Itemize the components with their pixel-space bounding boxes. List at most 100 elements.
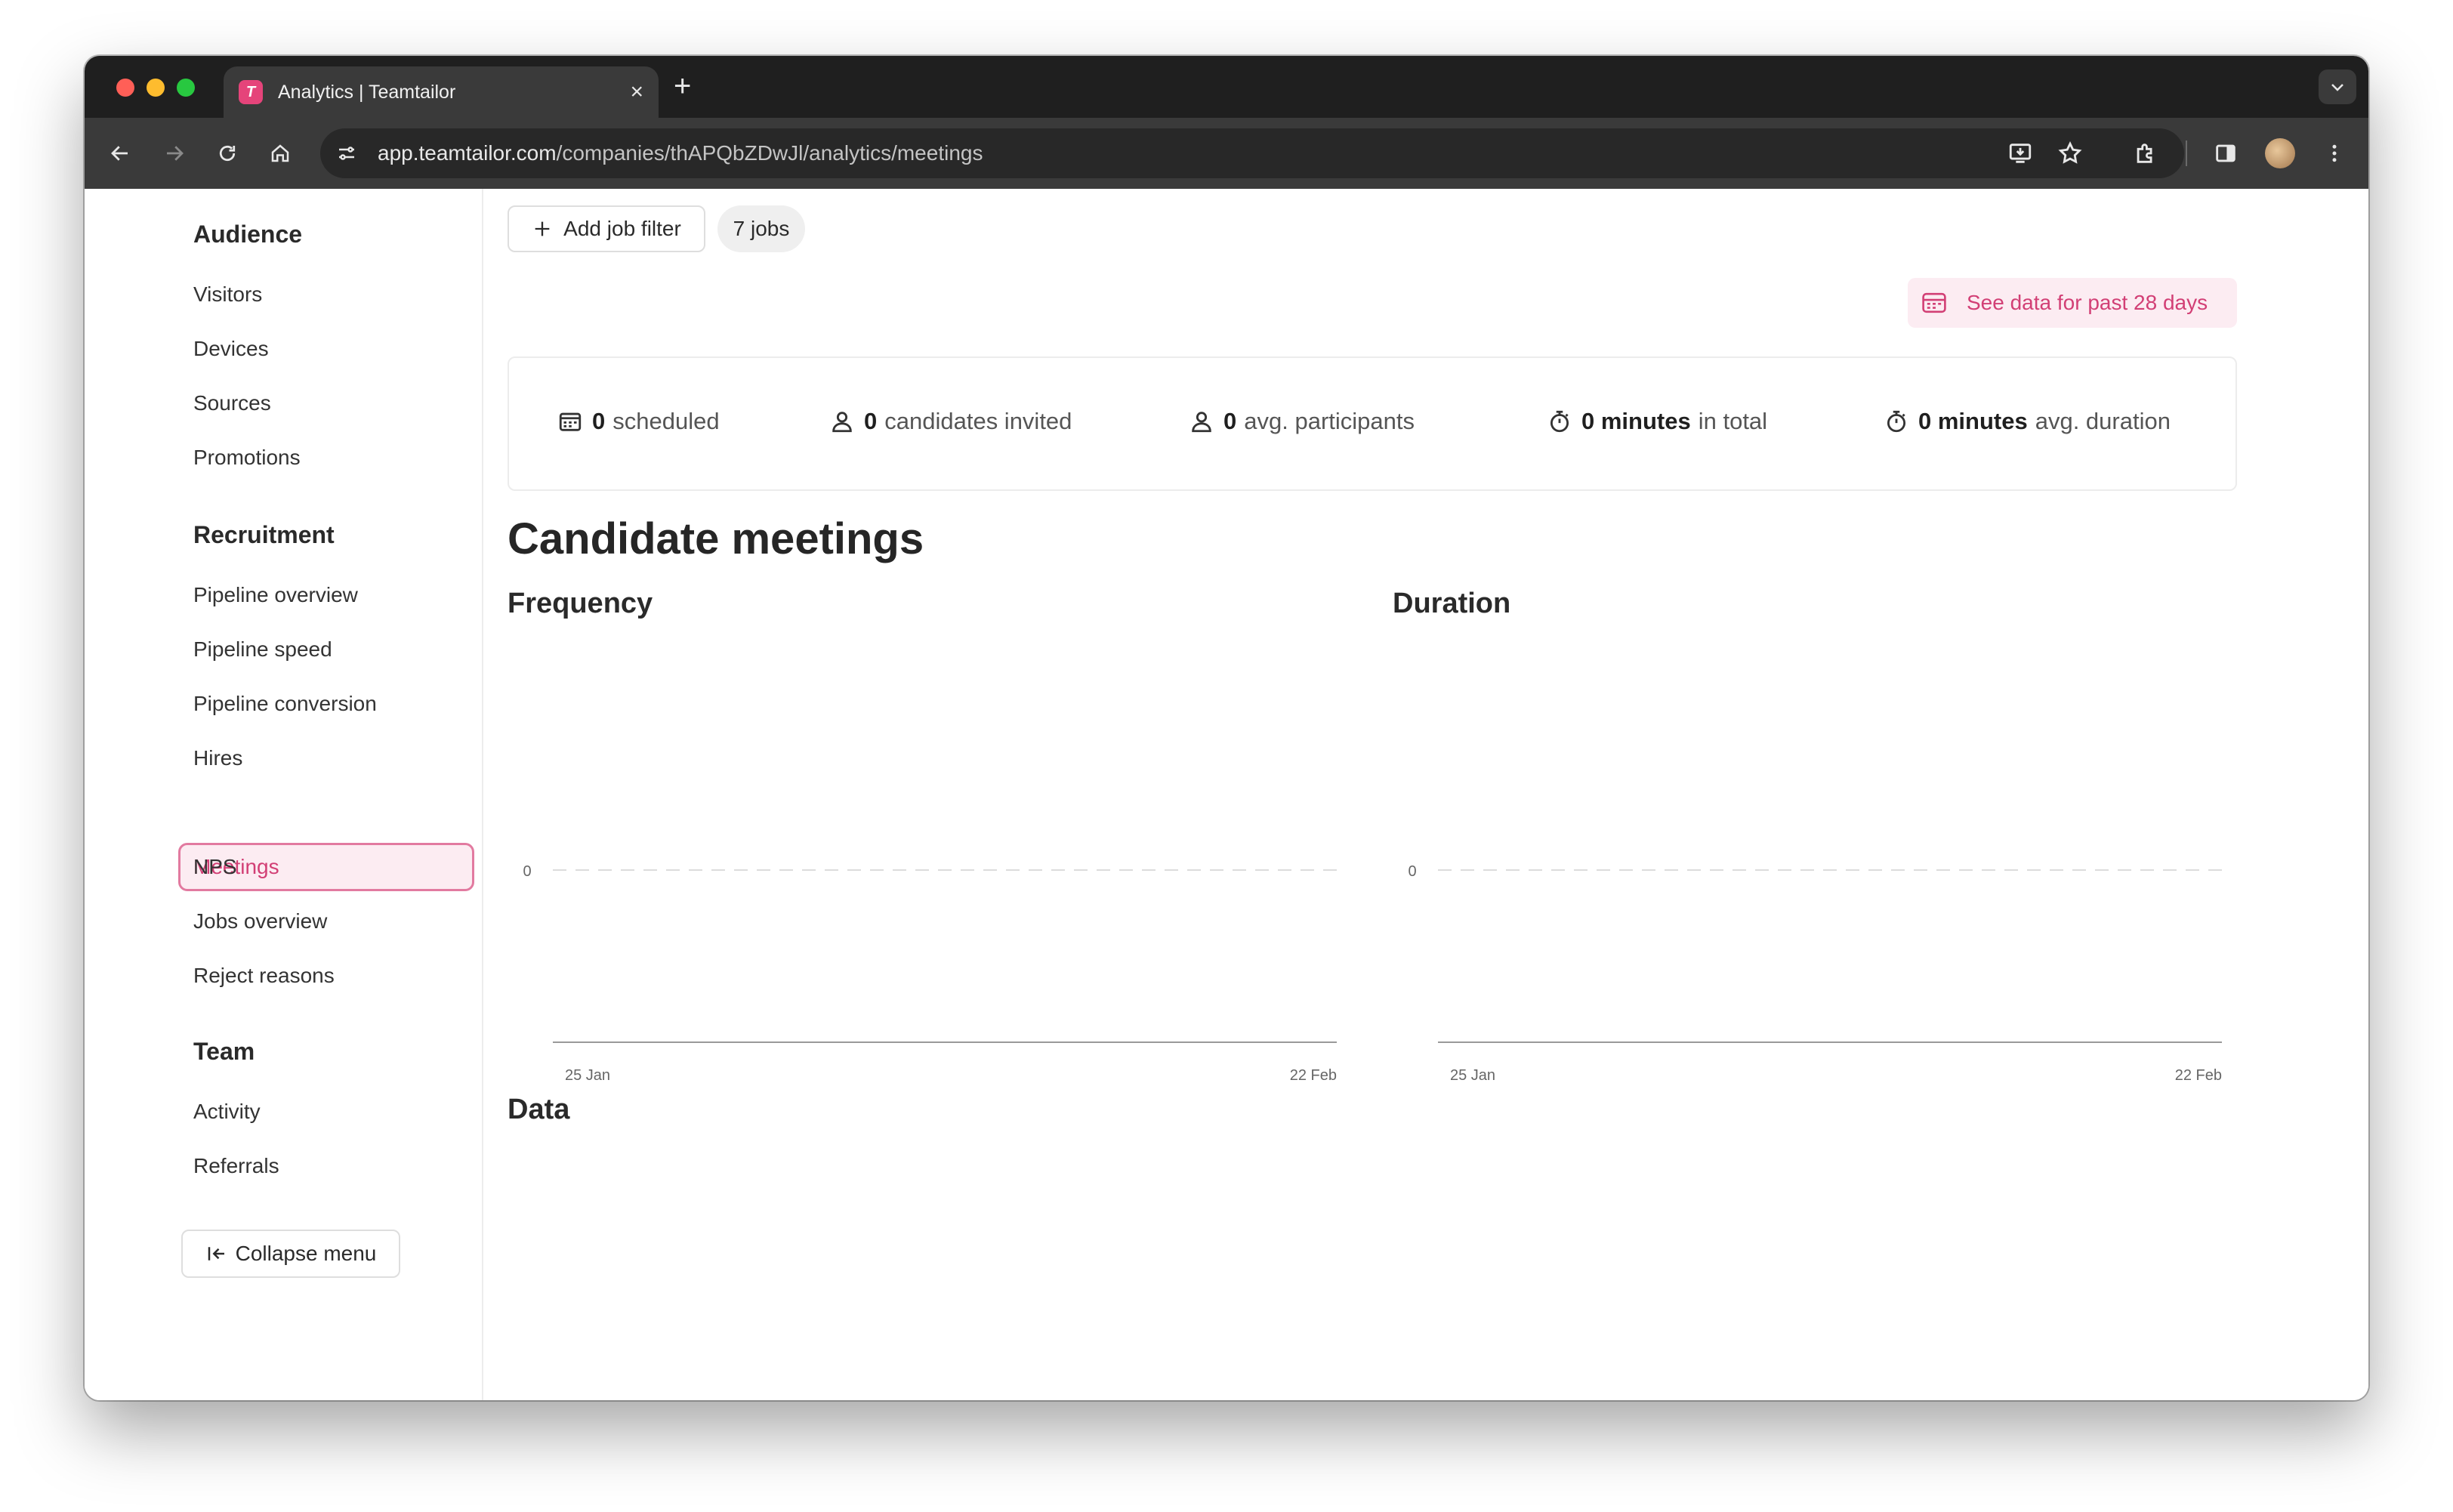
tab-search-button[interactable] [2319,69,2356,104]
stat-scheduled-label: scheduled [612,408,720,434]
url-text: app.teamtailor.com/companies/thAPQbZDwJl… [378,141,983,165]
collapse-menu-label: Collapse menu [235,1242,377,1265]
minimize-window-button[interactable] [147,79,165,97]
stat-avg-participants-value: 0 [1223,408,1237,434]
sidebar-item-referrals[interactable]: Referrals [193,1154,279,1178]
site-settings-icon[interactable] [335,142,358,165]
sidebar-item-pipeline-speed[interactable]: Pipeline speed [193,637,332,662]
y-tick-label: 0 [523,863,531,880]
more-vertical-icon [2332,144,2337,162]
stat-avg-participants-label: avg. participants [1244,408,1415,434]
profile-button[interactable] [2263,136,2297,171]
stat-candidates-invited: 0 candidates invited [829,408,1072,435]
sidebar-item-visitors[interactable]: Visitors [193,282,262,307]
collapse-menu-button[interactable]: Collapse menu [181,1230,400,1278]
sidebar-item-nps[interactable]: NPS [193,855,237,879]
x-tick-label: 22 Feb [1290,1067,1337,1084]
stat-scheduled-value: 0 [592,408,606,434]
browser-menu-button[interactable] [2317,136,2352,171]
add-job-filter-button[interactable]: Add job filter [508,205,705,252]
star-icon [2058,140,2082,164]
person-icon [1192,412,1211,433]
bookmark-button[interactable] [2053,136,2087,171]
date-range-label: See data for past 28 days [1967,291,2208,314]
stat-scheduled: 0 scheduled [557,408,720,435]
duration-chart: 0 25 Jan 22 Feb [1408,863,2222,1084]
sidebar-item-promotions[interactable]: Promotions [193,446,301,470]
sidebar-item-sources[interactable]: Sources [193,391,271,415]
title-bar: T Analytics | Teamtailor × + [85,56,2368,118]
jobs-count-pill[interactable]: 7 jobs [717,205,805,252]
plus-icon [535,221,550,236]
page-content: Audience Visitors Devices Sources Promot… [85,189,2368,1400]
side-panel-icon [2216,144,2235,162]
sidebar-item-activity[interactable]: Activity [193,1100,261,1124]
arrow-left-icon [111,146,128,161]
y-tick-label: 0 [1408,863,1416,880]
home-button[interactable] [263,136,298,171]
duration-chart-title: Duration [1393,588,1511,619]
stat-avg-duration: 0 minutes avg. duration [1884,408,2171,435]
meeting-stats-card: 0 scheduled 0 candidates invited 0 avg. … [508,356,2237,491]
date-range-button[interactable]: See data for past 28 days [1908,278,2237,328]
collapse-left-icon [208,1247,224,1261]
stopwatch-icon [1887,410,1906,433]
tab-title: Analytics | Teamtailor [278,81,456,103]
stat-avg-duration-label: avg. duration [2035,408,2171,434]
url-host: app.teamtailor.com [378,141,557,165]
install-app-button[interactable] [2003,136,2038,171]
stat-avg-participants: 0 avg. participants [1189,408,1415,435]
main-content: Add job filter 7 jobs See data for past … [508,189,2237,1400]
toolbar-separator [2186,140,2187,166]
puzzle-icon [2137,143,2152,163]
sidebar-section-recruitment: Recruitment [193,521,335,548]
chevron-down-icon [2331,84,2343,91]
reload-button[interactable] [210,136,245,171]
sidebar-item-jobs-overview[interactable]: Jobs overview [193,909,327,933]
browser-tab[interactable]: T Analytics | Teamtailor × [224,66,659,118]
install-icon [2009,143,2032,163]
stat-candidates-invited-label: candidates invited [884,408,1072,434]
sidebar-item-devices[interactable]: Devices [193,337,269,361]
extensions-button[interactable] [2128,136,2163,171]
analytics-sidebar: Audience Visitors Devices Sources Promot… [85,189,483,1400]
browser-window: T Analytics | Teamtailor × + app.teamtai… [85,56,2368,1400]
url-path: /companies/thAPQbZDwJl/analytics/meeting… [556,141,983,165]
stat-avg-duration-value: 0 minutes [1918,408,2028,434]
maximize-window-button[interactable] [177,79,195,97]
x-tick-label: 25 Jan [565,1067,610,1084]
home-icon [271,144,289,162]
page-title: Candidate meetings [508,514,924,563]
frequency-chart-title: Frequency [508,588,653,619]
stat-total-minutes: 0 minutes in total [1547,408,1767,435]
sidebar-section-audience: Audience [193,221,303,248]
browser-toolbar: app.teamtailor.com/companies/thAPQbZDwJl… [85,118,2368,189]
sidebar-section-team: Team [193,1038,255,1065]
frequency-chart: 0 25 Jan 22 Feb [523,863,1337,1084]
x-tick-label: 25 Jan [1450,1067,1495,1084]
calendar-icon [1922,292,1946,313]
arrow-right-icon [167,146,184,161]
stat-total-minutes-value: 0 minutes [1581,408,1691,434]
side-panel-button[interactable] [2208,136,2243,171]
forward-button[interactable] [157,136,192,171]
sidebar-item-reject-reasons[interactable]: Reject reasons [193,964,335,988]
stopwatch-icon [1550,410,1569,433]
stat-candidates-invited-value: 0 [864,408,878,434]
stat-total-minutes-label: in total [1698,408,1768,434]
reload-icon [219,145,236,162]
back-button[interactable] [103,136,137,171]
person-icon [832,412,852,433]
teamtailor-favicon-icon: T [239,80,263,104]
avatar [2265,138,2295,168]
x-tick-label: 22 Feb [2175,1067,2222,1084]
sidebar-item-hires[interactable]: Hires [193,746,242,770]
sidebar-item-pipeline-overview[interactable]: Pipeline overview [193,583,358,607]
close-window-button[interactable] [116,79,134,97]
calendar-icon [559,412,582,431]
add-job-filter-label: Add job filter [563,217,681,240]
address-bar[interactable]: app.teamtailor.com/companies/thAPQbZDwJl… [320,128,2184,178]
sidebar-item-pipeline-conversion[interactable]: Pipeline conversion [193,692,377,716]
new-tab-icon[interactable]: + [674,71,691,101]
tab-close-icon[interactable]: × [630,81,643,103]
